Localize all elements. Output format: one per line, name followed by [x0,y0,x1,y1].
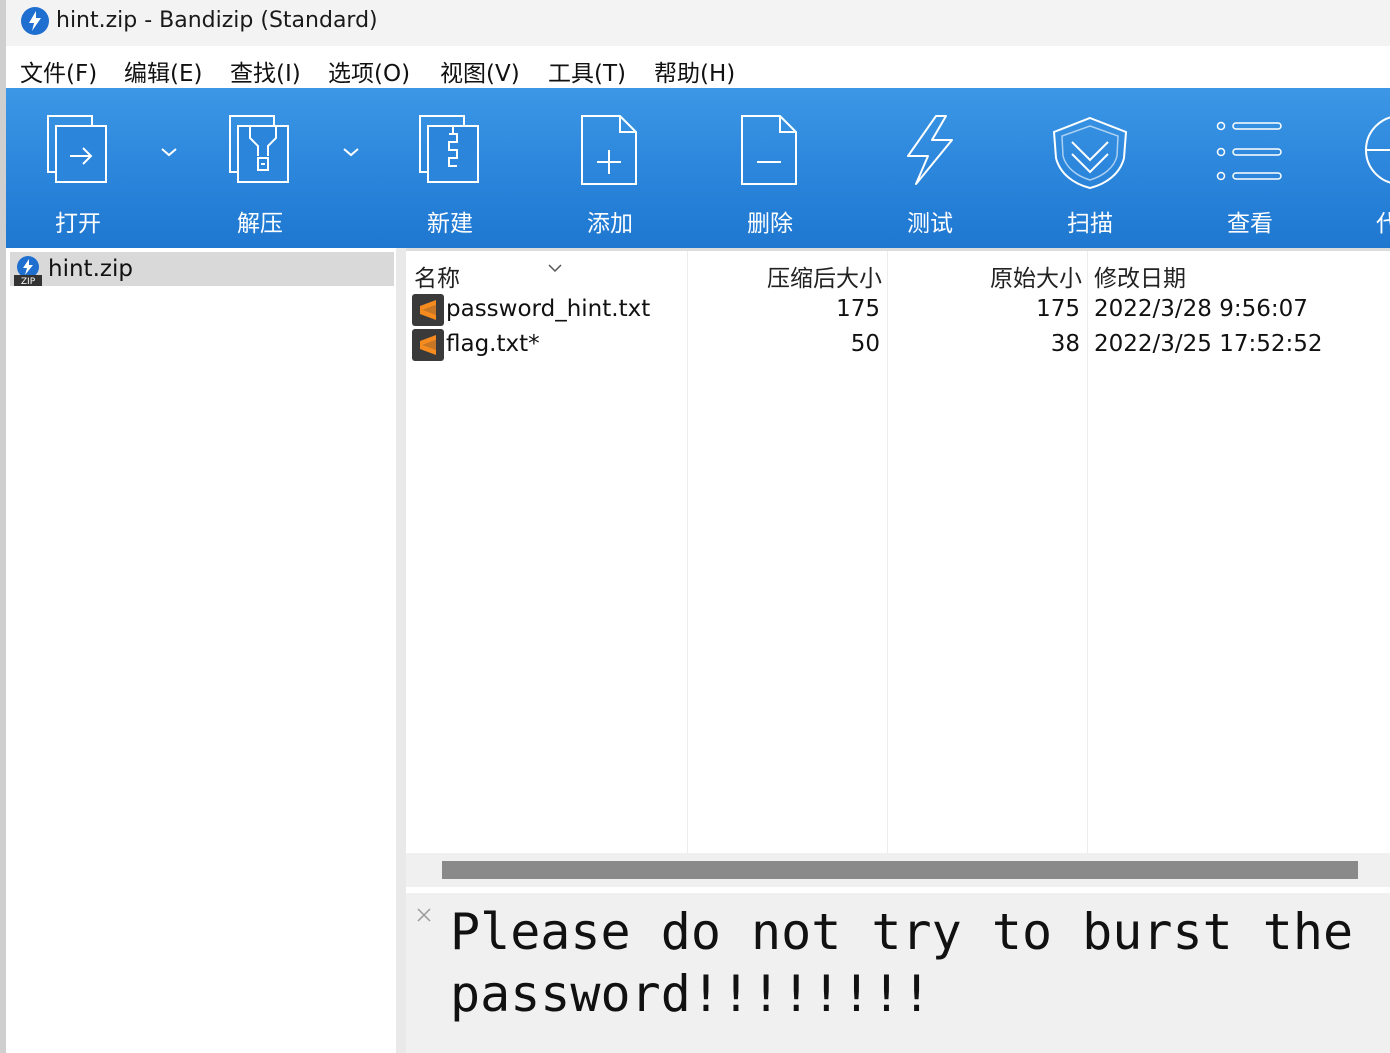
shield-icon [1052,116,1128,190]
file-compressed-size: 50 [850,331,880,357]
open-dropdown-chevron-down-icon[interactable] [158,144,180,160]
sublime-text-file-icon [412,329,444,361]
add-label: 添加 [587,211,633,237]
archive-comment-text: Please do not try to burst the password!… [450,903,1354,1023]
window-title: hint.zip - Bandizip (Standard) [56,8,378,33]
title-bar[interactable]: hint.zip - Bandizip (Standard) [6,0,1390,46]
test-archive-button[interactable]: 测试 [870,88,990,248]
menu-tools[interactable]: 工具(T) [548,54,626,88]
archive-comment-pane: Please do not try to burst the password!… [406,893,1390,1053]
view-label: 查看 [1227,211,1273,237]
delete-files-button[interactable]: 删除 [710,88,830,248]
new-label: 新建 [427,211,473,237]
code-page-button[interactable]: 代 [1316,88,1390,248]
new-archive-icon [419,115,479,183]
lightning-icon [907,115,953,185]
column-header-name[interactable]: 名称 [414,259,562,293]
scan-label: 扫描 [1067,211,1113,237]
sublime-text-file-icon [412,294,444,326]
extract-label: 解压 [237,211,283,237]
extract-icon [229,115,289,183]
column-header-modified[interactable]: 修改日期 [1094,259,1186,293]
menu-view[interactable]: 视图(V) [440,54,520,88]
column-header-name-label: 名称 [414,266,460,292]
delete-file-icon [741,115,797,185]
open-label: 打开 [55,211,101,237]
code-label: 代 [1376,211,1390,237]
file-list: 名称 压缩后大小 原始大小 修改日期 password_hint.txt 175… [406,248,1390,856]
file-original-size: 38 [1050,331,1080,357]
toolbar: 打开 解压 新建 添加 删除 测试 扫描 查看 代 [6,88,1390,248]
globe-icon [1365,116,1390,184]
view-button[interactable]: 查看 [1190,88,1310,248]
extract-dropdown-chevron-down-icon[interactable] [340,144,362,160]
pane-splitter[interactable] [396,248,406,1053]
delete-label: 删除 [747,211,793,237]
table-row[interactable]: password_hint.txt 175 175 2022/3/28 9:56… [406,293,1390,328]
add-files-button[interactable]: 添加 [550,88,670,248]
zip-icon-text: ZIP [21,277,36,287]
scrollbar-thumb[interactable] [442,861,1358,879]
bandizip-app-icon [21,7,49,35]
test-label: 测试 [907,211,953,237]
menu-bar: 文件(F) 编辑(E) 查找(I) 选项(O) 视图(V) 工具(T) 帮助(H… [6,46,1390,88]
menu-options[interactable]: 选项(O) [328,54,410,88]
file-name: flag.txt* [446,331,540,357]
list-icon [1216,121,1282,181]
file-compressed-size: 175 [836,296,880,322]
column-header-compressed[interactable]: 压缩后大小 [690,259,882,293]
tree-item-archive[interactable]: ZIP hint.zip [10,252,394,287]
menu-find[interactable]: 查找(I) [230,54,301,88]
open-icon [47,115,107,183]
open-button[interactable]: 打开 [18,88,138,248]
zip-archive-icon: ZIP [14,256,42,287]
extract-button[interactable]: 解压 [200,88,320,248]
menu-edit[interactable]: 编辑(E) [124,54,202,88]
add-file-icon [581,115,637,185]
menu-help[interactable]: 帮助(H) [654,54,735,88]
file-modified-date: 2022/3/28 9:56:07 [1094,296,1308,322]
column-header-original[interactable]: 原始大小 [890,259,1082,293]
tree-item-label: hint.zip [48,256,133,282]
file-name: password_hint.txt [446,296,651,322]
close-icon[interactable] [416,907,432,923]
scan-button[interactable]: 扫描 [1030,88,1150,248]
folder-tree: ZIP hint.zip [6,248,396,1053]
sort-chevron-down-icon [548,264,562,273]
bandizip-window: hint.zip - Bandizip (Standard) 文件(F) 编辑(… [0,0,1390,1053]
horizontal-scrollbar[interactable] [406,853,1390,887]
menu-file[interactable]: 文件(F) [20,54,97,88]
file-original-size: 175 [1036,296,1080,322]
table-row[interactable]: flag.txt* 50 38 2022/3/25 17:52:52 [406,328,1390,363]
new-archive-button[interactable]: 新建 [390,88,510,248]
file-modified-date: 2022/3/25 17:52:52 [1094,331,1323,357]
